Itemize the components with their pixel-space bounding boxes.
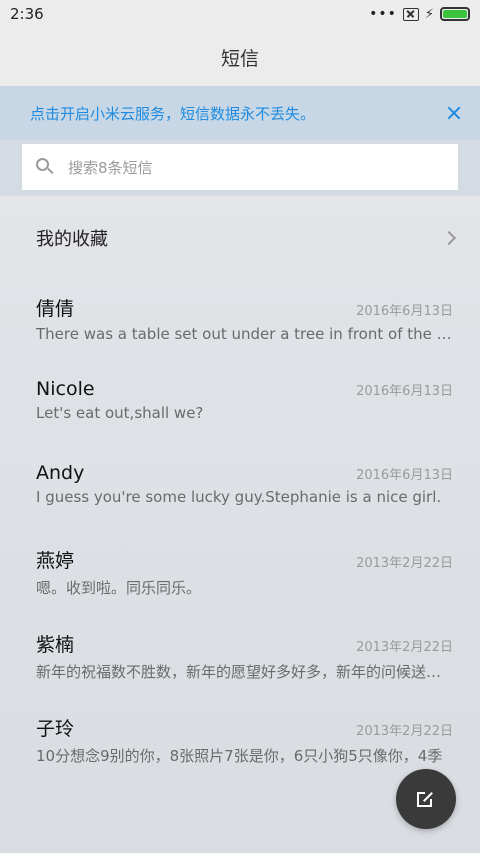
compose-icon: [417, 790, 435, 808]
contact-name: 倩倩: [36, 298, 75, 320]
title-bar: 短信: [0, 28, 480, 86]
status-bar: 2:36 ••• ⚡: [0, 0, 480, 28]
close-icon[interactable]: [444, 103, 464, 123]
favorites-row[interactable]: 我的收藏: [0, 196, 480, 280]
message-date: 2016年6月13日: [356, 304, 453, 319]
contact-name: Nicole: [36, 378, 95, 400]
message-date: 2016年6月13日: [356, 384, 453, 399]
page-title: 短信: [220, 47, 259, 70]
battery-icon: [440, 7, 470, 21]
message-date: 2013年2月22日: [356, 556, 453, 571]
more-dots-icon: •••: [369, 6, 397, 22]
contact-name: 燕婷: [36, 550, 75, 572]
contact-name: 子玲: [36, 718, 75, 740]
contact-name: 紫楠: [36, 634, 75, 656]
charging-icon: ⚡: [424, 6, 434, 22]
search-input[interactable]: 搜索8条短信: [22, 144, 458, 190]
message-preview: 10分想念9别的你，8张照片7张是你，6只小狗5只像你，4季: [36, 747, 443, 765]
conversation-list: 倩倩 2016年6月13日 There was a table set out …: [0, 280, 480, 784]
message-preview: There was a table set out under a tree i…: [36, 325, 453, 343]
message-preview: I guess you're some lucky guy.Stephanie …: [36, 488, 442, 506]
no-sim-icon: [402, 7, 419, 21]
chevron-right-icon: [441, 230, 457, 246]
message-preview: Let's eat out,shall we?: [36, 404, 204, 422]
list-item[interactable]: 子玲 2013年2月22日 10分想念9别的你，8张照片7张是你，6只小狗5只像…: [0, 700, 480, 784]
cloud-service-banner[interactable]: 点击开启小米云服务，短信数据永不丢失。: [0, 86, 480, 140]
contact-name: Andy: [36, 462, 85, 484]
favorites-label: 我的收藏: [36, 229, 108, 250]
search-container: 搜索8条短信: [0, 140, 480, 196]
list-item[interactable]: Nicole 2016年6月13日 Let's eat out,shall we…: [0, 364, 480, 448]
message-date: 2013年2月22日: [356, 724, 453, 739]
message-date: 2013年2月22日: [356, 640, 453, 655]
list-item[interactable]: 倩倩 2016年6月13日 There was a table set out …: [0, 280, 480, 364]
search-icon: [36, 158, 54, 176]
list-item[interactable]: Andy 2016年6月13日 I guess you're some luck…: [0, 448, 480, 532]
search-placeholder: 搜索8条短信: [68, 158, 153, 177]
status-time: 2:36: [10, 5, 44, 23]
message-preview: 嗯。收到啦。同乐同乐。: [36, 579, 202, 597]
list-item[interactable]: 紫楠 2013年2月22日 新年的祝福数不胜数，新年的愿望好多好多，新年的问候送…: [0, 616, 480, 700]
status-icons: ••• ⚡: [369, 7, 470, 22]
list-item[interactable]: 燕婷 2013年2月22日 嗯。收到啦。同乐同乐。: [0, 532, 480, 616]
message-date: 2016年6月13日: [356, 468, 453, 483]
compose-button[interactable]: [396, 769, 456, 829]
message-preview: 新年的祝福数不胜数，新年的愿望好多好多，新年的问候送给你: [36, 663, 453, 681]
banner-text[interactable]: 点击开启小米云服务，短信数据永不丢失。: [30, 103, 315, 124]
